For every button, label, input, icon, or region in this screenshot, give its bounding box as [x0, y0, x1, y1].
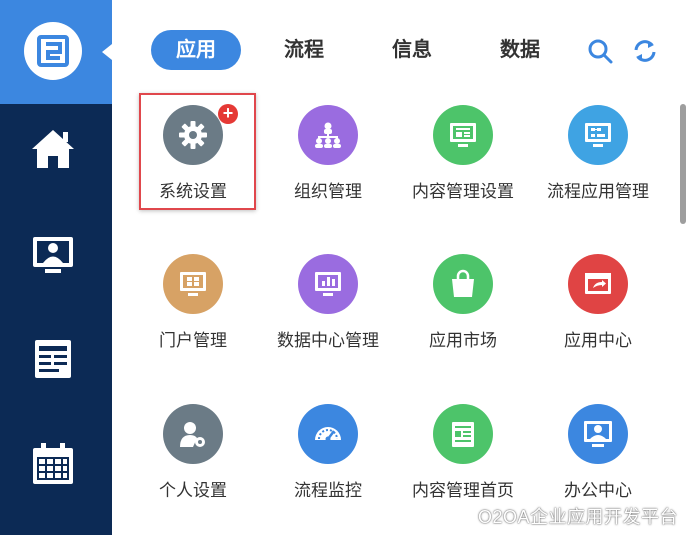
tab-data[interactable]: 数据 [486, 30, 554, 70]
app-portal-management[interactable]: 门户管理 [131, 244, 255, 364]
app-label: 应用中心 [564, 331, 632, 350]
tab-info[interactable]: 信息 [378, 30, 446, 70]
logo-icon[interactable] [24, 22, 82, 80]
search-icon[interactable] [587, 38, 613, 64]
speedometer-icon [298, 404, 358, 464]
app-office-center[interactable]: 办公中心 [536, 394, 660, 514]
app-label: 门户管理 [159, 331, 227, 350]
app-label: 个人设置 [159, 481, 227, 500]
refresh-icon[interactable] [632, 38, 658, 64]
app-label: 系统设置 [159, 182, 227, 201]
process-monitor-icon [568, 105, 628, 165]
content-home-icon [433, 404, 493, 464]
org-chart-icon [298, 105, 358, 165]
scrollbar[interactable] [680, 104, 686, 224]
content-monitor-icon [433, 105, 493, 165]
sidebar-logo-area[interactable] [0, 0, 112, 104]
app-label: 应用市场 [429, 331, 497, 350]
app-label: 内容管理首页 [412, 481, 514, 500]
sidebar [0, 0, 112, 535]
tab-apps[interactable]: 应用 [151, 30, 241, 70]
app-content-home[interactable]: 内容管理首页 [401, 394, 525, 514]
app-label: 内容管理设置 [412, 182, 514, 201]
app-content-settings[interactable]: 内容管理设置 [401, 95, 525, 215]
gear-icon [163, 105, 223, 165]
calendar-icon[interactable] [30, 441, 76, 487]
desktop-user-icon[interactable] [30, 233, 76, 279]
app-label: 数据中心管理 [277, 331, 379, 350]
app-process-management[interactable]: 流程应用管理 [536, 95, 660, 215]
app-label: 流程监控 [294, 481, 362, 500]
user-settings-icon [163, 404, 223, 464]
app-process-monitor[interactable]: 流程监控 [266, 394, 390, 514]
shopping-bag-icon [433, 254, 493, 314]
app-personal-settings[interactable]: 个人设置 [131, 394, 255, 514]
data-chart-icon [298, 254, 358, 314]
app-label: 流程应用管理 [547, 182, 649, 201]
tab-process[interactable]: 流程 [270, 30, 338, 70]
app-center[interactable]: 应用中心 [536, 244, 660, 364]
add-icon[interactable]: + [218, 104, 238, 124]
app-market[interactable]: 应用市场 [401, 244, 525, 364]
app-label: 组织管理 [294, 182, 362, 201]
app-label: 办公中心 [564, 481, 632, 500]
office-user-icon [568, 404, 628, 464]
active-indicator-arrow [102, 44, 112, 60]
app-window-icon [568, 254, 628, 314]
home-icon[interactable] [30, 126, 76, 172]
watermark: O2OA企业应用开发平台 [477, 507, 678, 527]
app-org-management[interactable]: 组织管理 [266, 95, 390, 215]
app-data-center[interactable]: 数据中心管理 [266, 244, 390, 364]
portal-icon [163, 254, 223, 314]
document-icon[interactable] [30, 336, 76, 382]
